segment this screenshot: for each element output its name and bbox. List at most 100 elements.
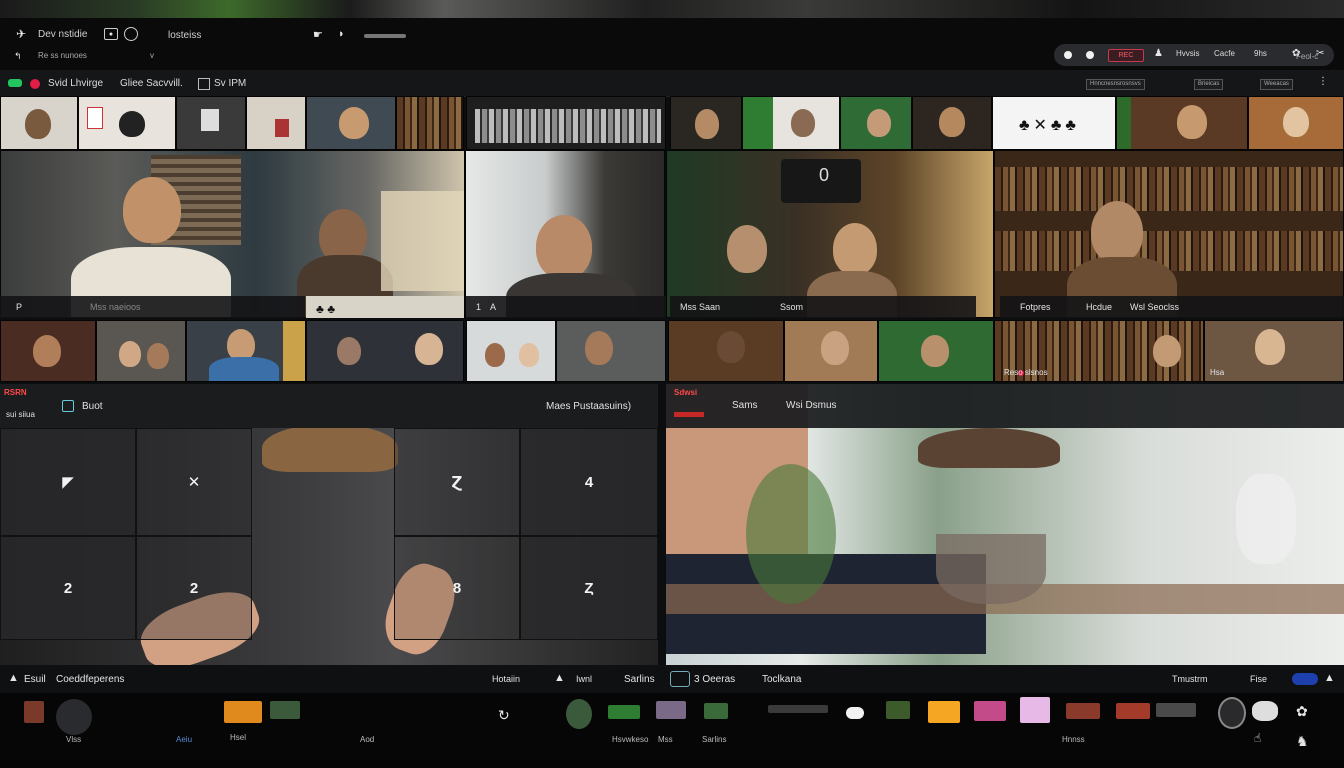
video-tile[interactable]: 0 (666, 150, 994, 318)
chevron-up-icon[interactable]: ▲ (554, 672, 565, 684)
toggle-icon[interactable] (846, 707, 864, 719)
folder-icon[interactable] (224, 701, 262, 723)
chevron-up-icon[interactable]: ▲ (8, 672, 19, 684)
camera-app-icon[interactable] (56, 699, 92, 735)
video-on-icon[interactable] (8, 79, 22, 87)
dock-item[interactable]: 3 Oeeras (694, 674, 735, 685)
video-tile[interactable] (994, 150, 1344, 318)
video-tile[interactable] (840, 96, 912, 150)
subbar-button[interactable]: Weeacas (1260, 79, 1293, 90)
video-tile[interactable] (668, 320, 784, 382)
subbar-item[interactable]: Sv IPM (214, 78, 246, 89)
app-icon[interactable] (886, 701, 910, 719)
app-icon[interactable] (566, 699, 592, 729)
video-tile[interactable] (466, 96, 666, 150)
tile-label-bar: Reso slsnos (1000, 364, 1200, 382)
video-tile[interactable] (466, 320, 556, 382)
mic-off-icon[interactable] (30, 79, 40, 89)
hand-icon[interactable]: ☛ (313, 28, 323, 41)
app-icon[interactable] (270, 701, 300, 719)
video-tile[interactable] (912, 96, 992, 150)
avatar-icon[interactable] (1218, 697, 1246, 729)
dock-item[interactable]: Iwnl (576, 674, 592, 684)
app-icon[interactable] (1116, 703, 1150, 719)
reaction-icon[interactable]: ◗ (338, 28, 345, 40)
app-icon[interactable] (928, 701, 960, 723)
right-pane-title: Wsi Dsmus (786, 400, 837, 411)
reaction-icon[interactable]: ♞ (1296, 733, 1309, 750)
left-pane-right-label[interactable]: Maes Pustaasuins) (546, 401, 631, 412)
video-tile[interactable] (878, 320, 994, 382)
grid-cell[interactable]: ✕ (136, 428, 252, 536)
video-tile[interactable] (96, 320, 186, 382)
grid-cell[interactable]: 8 (394, 536, 520, 640)
grid-cell[interactable]: ◤ (0, 428, 136, 536)
pill-item[interactable]: Hvvsis (1176, 49, 1200, 58)
dock-label: Hsvwkeso (612, 735, 649, 744)
subbar-button[interactable]: Brieicas (1194, 79, 1224, 90)
video-tile[interactable] (0, 320, 96, 382)
more-icon[interactable]: ⋮ (1318, 76, 1328, 87)
dot-icon[interactable] (1064, 51, 1072, 59)
grid-icon[interactable] (198, 78, 210, 90)
video-tile[interactable] (465, 150, 665, 318)
dock-item[interactable]: Hotaiin (492, 674, 520, 684)
camera-icon[interactable]: ● (104, 28, 118, 40)
tile-label-bar: ♣ ♣ (306, 296, 464, 318)
status-ring-icon[interactable] (124, 27, 138, 41)
subbar-item[interactable]: Svid Lhvirge (48, 78, 103, 89)
video-tile[interactable] (78, 96, 176, 150)
video-tile[interactable] (396, 96, 464, 150)
app-icon[interactable] (1252, 701, 1278, 721)
dock-item[interactable]: Fise (1250, 674, 1267, 684)
grid-cell[interactable]: 2 (0, 536, 136, 640)
video-tile[interactable] (306, 320, 464, 382)
app-icon[interactable] (1020, 697, 1050, 723)
video-tile[interactable] (0, 150, 465, 318)
pill-item[interactable]: Cacfe (1214, 49, 1235, 58)
video-tile[interactable] (0, 96, 78, 150)
app-icon[interactable] (608, 705, 640, 719)
dock-item[interactable]: Sarlins (624, 674, 655, 685)
video-tile[interactable] (246, 96, 306, 150)
grid-cell[interactable]: Ȥ (520, 536, 658, 640)
dock-item[interactable]: Tmustrm (1172, 674, 1208, 684)
settings-icon[interactable]: ✿ (1296, 703, 1308, 720)
toggle-switch[interactable] (1292, 673, 1318, 685)
video-tile[interactable] (784, 320, 878, 382)
video-tile[interactable] (176, 96, 246, 150)
record-badge[interactable]: REC (1108, 49, 1144, 62)
video-tile[interactable] (670, 96, 742, 150)
chat-icon[interactable] (670, 671, 690, 687)
subbar-item[interactable]: Gliee Sacvvill. (120, 78, 183, 89)
pin-icon[interactable]: ✈ (16, 27, 26, 41)
video-tile[interactable]: ♣✕♣♣ (992, 96, 1116, 150)
video-tile[interactable] (1116, 96, 1248, 150)
app-icon[interactable] (704, 703, 728, 719)
app-icon[interactable] (1066, 703, 1100, 719)
pill-item[interactable]: 9hs (1254, 49, 1267, 58)
dot-icon[interactable] (1086, 51, 1094, 59)
subbar-button[interactable]: Hnncnesnsrosnsvs (1086, 79, 1145, 90)
app-icon[interactable] (974, 701, 1006, 721)
app-icon[interactable] (24, 701, 44, 723)
video-tile[interactable] (306, 96, 396, 150)
app-icon[interactable] (656, 701, 686, 719)
dock-item[interactable]: Toclkana (762, 674, 801, 685)
arrow-icon[interactable]: ↰ (14, 51, 22, 62)
app-icon[interactable] (1156, 703, 1196, 717)
grid-cell[interactable]: 4 (520, 428, 658, 536)
video-tile[interactable] (556, 320, 666, 382)
refresh-icon[interactable]: ↻ (498, 707, 510, 724)
grid-cell[interactable]: 2 (136, 536, 252, 640)
hand-icon[interactable]: ☝ (1254, 731, 1261, 745)
chevron-up-icon[interactable]: ▲ (1324, 672, 1335, 684)
grid-cell[interactable]: Ɀ (394, 428, 520, 536)
screen-share-icon[interactable] (62, 400, 74, 412)
video-tile[interactable] (186, 320, 306, 382)
app-icon[interactable] (768, 705, 828, 713)
video-tile[interactable] (742, 96, 840, 150)
top-photo-strip (0, 0, 1344, 18)
video-tile[interactable] (1248, 96, 1344, 150)
people-icon[interactable]: ♟ (1154, 48, 1163, 59)
